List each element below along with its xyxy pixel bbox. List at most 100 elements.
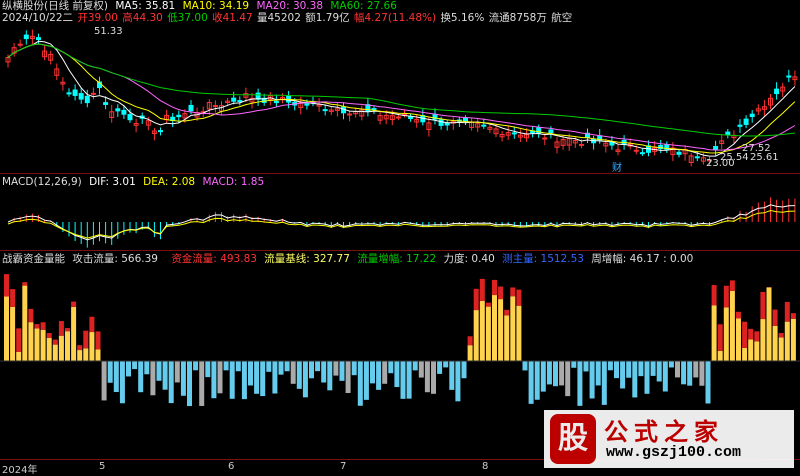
volume-bar-down — [681, 361, 686, 384]
volume-bar-down — [541, 361, 546, 392]
volume-bar-down — [425, 361, 430, 392]
candle-body — [579, 144, 583, 145]
volume-bar-down — [547, 361, 552, 384]
volume-bar-down — [333, 361, 338, 376]
dea-line — [8, 211, 795, 239]
volume-bar-red — [10, 289, 15, 307]
candle-body — [24, 35, 28, 38]
candle-body — [18, 44, 22, 45]
volume-bar-down — [285, 361, 290, 371]
candle-body — [238, 101, 242, 102]
volume-bar-up — [498, 299, 503, 361]
volume-bar-up — [474, 310, 479, 361]
volume-bar-up — [504, 315, 509, 361]
volume-bar-red — [47, 333, 52, 338]
volume-bar-down — [553, 361, 558, 386]
volume-bar-red — [4, 274, 9, 296]
volume-bar-up — [47, 338, 52, 361]
volume-bar-red — [35, 324, 40, 328]
volume-bar-red — [89, 317, 94, 332]
volume-bar-up — [53, 345, 58, 361]
volume-bar-down — [529, 361, 534, 404]
volume-bar-down — [157, 361, 162, 381]
candle-body — [189, 105, 193, 110]
candle-body — [323, 110, 327, 111]
volume-bar-down — [120, 361, 125, 403]
ma10-line — [8, 44, 795, 153]
volume-bar-red — [96, 331, 101, 349]
volume-bar-down — [364, 361, 369, 400]
volume-bar-up — [748, 339, 753, 361]
candle-body — [640, 153, 644, 154]
volume-bar-down — [272, 361, 277, 394]
volume-bar-red — [779, 333, 784, 337]
candle-body — [396, 117, 400, 118]
volume-bar-red — [773, 310, 778, 326]
volume-bar-up — [724, 307, 729, 361]
volume-bar-down — [321, 361, 326, 383]
volume-bar-red — [492, 280, 497, 295]
volume-bar-up — [785, 322, 790, 361]
x-axis-label-6: 6 — [228, 461, 234, 472]
candle-body — [67, 93, 71, 94]
volume-bar-down — [449, 361, 454, 390]
price-label-b: 25.61 — [750, 152, 779, 163]
volume-bar-red — [791, 313, 796, 319]
volume-bar-down — [376, 361, 381, 390]
ma20-line — [8, 44, 795, 150]
candle-body — [91, 93, 95, 94]
volume-bar-up — [41, 330, 46, 361]
volume-bar-down — [242, 361, 247, 399]
volume-bar-red — [742, 322, 747, 348]
volume-bar-down — [699, 361, 704, 386]
kline-chart[interactable] — [0, 0, 800, 474]
volume-bar-down — [150, 361, 155, 395]
volume-bar-down — [309, 361, 314, 378]
financial-marker[interactable]: 财 — [612, 159, 622, 174]
volume-bar-down — [394, 361, 399, 387]
volume-bar-down — [205, 361, 210, 377]
volume-bar-down — [114, 361, 119, 392]
volume-bar-down — [437, 361, 442, 374]
volume-bar-down — [565, 361, 570, 396]
candle-body — [464, 118, 468, 121]
volume-bar-up — [760, 319, 765, 361]
volume-bar-down — [138, 361, 143, 392]
volume-bar-down — [260, 361, 265, 396]
volume-bar-down — [455, 361, 460, 401]
candle-body — [274, 101, 278, 102]
volume-bar-red — [28, 309, 33, 322]
volume-bar-down — [669, 361, 674, 367]
volume-bar-down — [230, 361, 235, 399]
volume-bar-up — [16, 352, 21, 361]
candle-body — [348, 114, 352, 115]
volume-bar-down — [370, 361, 375, 383]
volume-bar-down — [224, 361, 229, 370]
volume-bar-down — [144, 361, 149, 374]
watermark: 股 公式之家 www.gszj100.com — [544, 410, 794, 468]
x-axis-label-7: 7 — [340, 461, 346, 472]
volume-bar-down — [315, 361, 320, 371]
volume-bar-down — [248, 361, 253, 385]
volume-bar-red — [59, 321, 64, 336]
volume-bar-red — [22, 282, 27, 285]
volume-bar-down — [431, 361, 436, 394]
candle-body — [37, 38, 41, 40]
volume-bar-down — [462, 361, 467, 378]
volume-bar-up — [65, 331, 70, 361]
volume-bar-down — [608, 361, 613, 370]
volume-bar-down — [358, 361, 363, 406]
volume-bar-up — [510, 296, 515, 361]
ma60-line — [8, 44, 795, 136]
candle-body — [439, 120, 443, 126]
volume-bar-down — [388, 361, 393, 373]
volume-bar-down — [584, 361, 589, 371]
volume-bar-up — [4, 297, 9, 361]
volume-bar-red — [53, 340, 58, 345]
volume-bar-down — [346, 361, 351, 393]
price-label-c: 25.54 — [720, 152, 749, 163]
volume-bar-down — [687, 361, 692, 386]
candle-body — [104, 103, 108, 105]
volume-bar-red — [16, 328, 21, 352]
volume-bar-down — [303, 361, 308, 397]
